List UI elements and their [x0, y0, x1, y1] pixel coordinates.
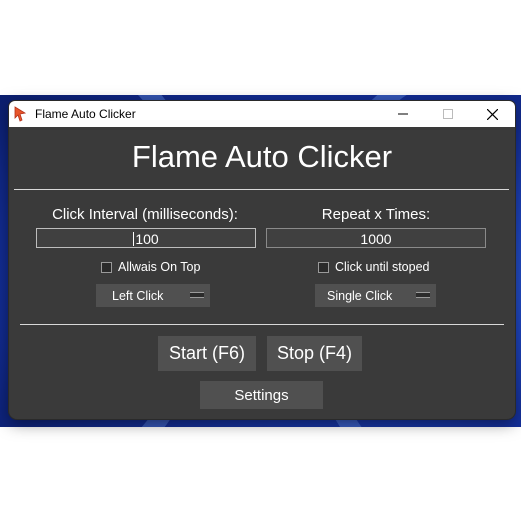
always-on-top-label: Allwais On Top [118, 260, 201, 274]
app-heading: Flame Auto Clicker [131, 139, 393, 174]
stop-button[interactable]: Stop (F4) [267, 336, 362, 371]
minimize-icon [397, 113, 408, 115]
title-bar[interactable]: Flame Auto Clicker [9, 101, 515, 127]
minimize-button[interactable] [380, 101, 425, 127]
bottom-divider [20, 324, 504, 325]
interval-value: 100 [135, 231, 159, 247]
click-type-dropdown[interactable]: Single Click [315, 284, 436, 307]
top-divider [14, 189, 509, 190]
window-title: Flame Auto Clicker [35, 107, 136, 121]
flame-app-icon [13, 106, 29, 122]
interval-label: Click Interval (milliseconds): [52, 206, 238, 223]
repeat-input[interactable]: 1000 [266, 228, 486, 248]
click-type-selected: Single Click [327, 288, 393, 303]
start-button[interactable]: Start (F6) [158, 336, 256, 371]
close-button[interactable] [470, 101, 515, 127]
repeat-label: Repeat x Times: [321, 206, 431, 223]
click-until-stopped-label: Click until stoped [335, 260, 430, 274]
interval-input[interactable]: 100 [36, 228, 256, 248]
click-until-stopped-option[interactable]: Click until stoped [318, 260, 430, 274]
maximize-button[interactable] [425, 101, 470, 127]
window-controls [380, 101, 515, 127]
click-until-stopped-checkbox[interactable] [318, 261, 329, 273]
repeat-value: 1000 [360, 231, 392, 247]
dropdown-indicator-icon [416, 292, 430, 298]
close-icon [487, 108, 498, 120]
mouse-button-selected: Left Click [112, 288, 164, 303]
always-on-top-checkbox[interactable] [101, 261, 112, 273]
always-on-top-option[interactable]: Allwais On Top [101, 260, 200, 274]
maximize-icon [442, 109, 453, 119]
settings-button[interactable]: Settings [200, 381, 323, 409]
dropdown-indicator-icon [190, 292, 204, 298]
app-window: Flame Auto Clicker Flame Auto Clicker Cl… [9, 101, 515, 419]
mouse-button-dropdown[interactable]: Left Click [96, 284, 210, 307]
